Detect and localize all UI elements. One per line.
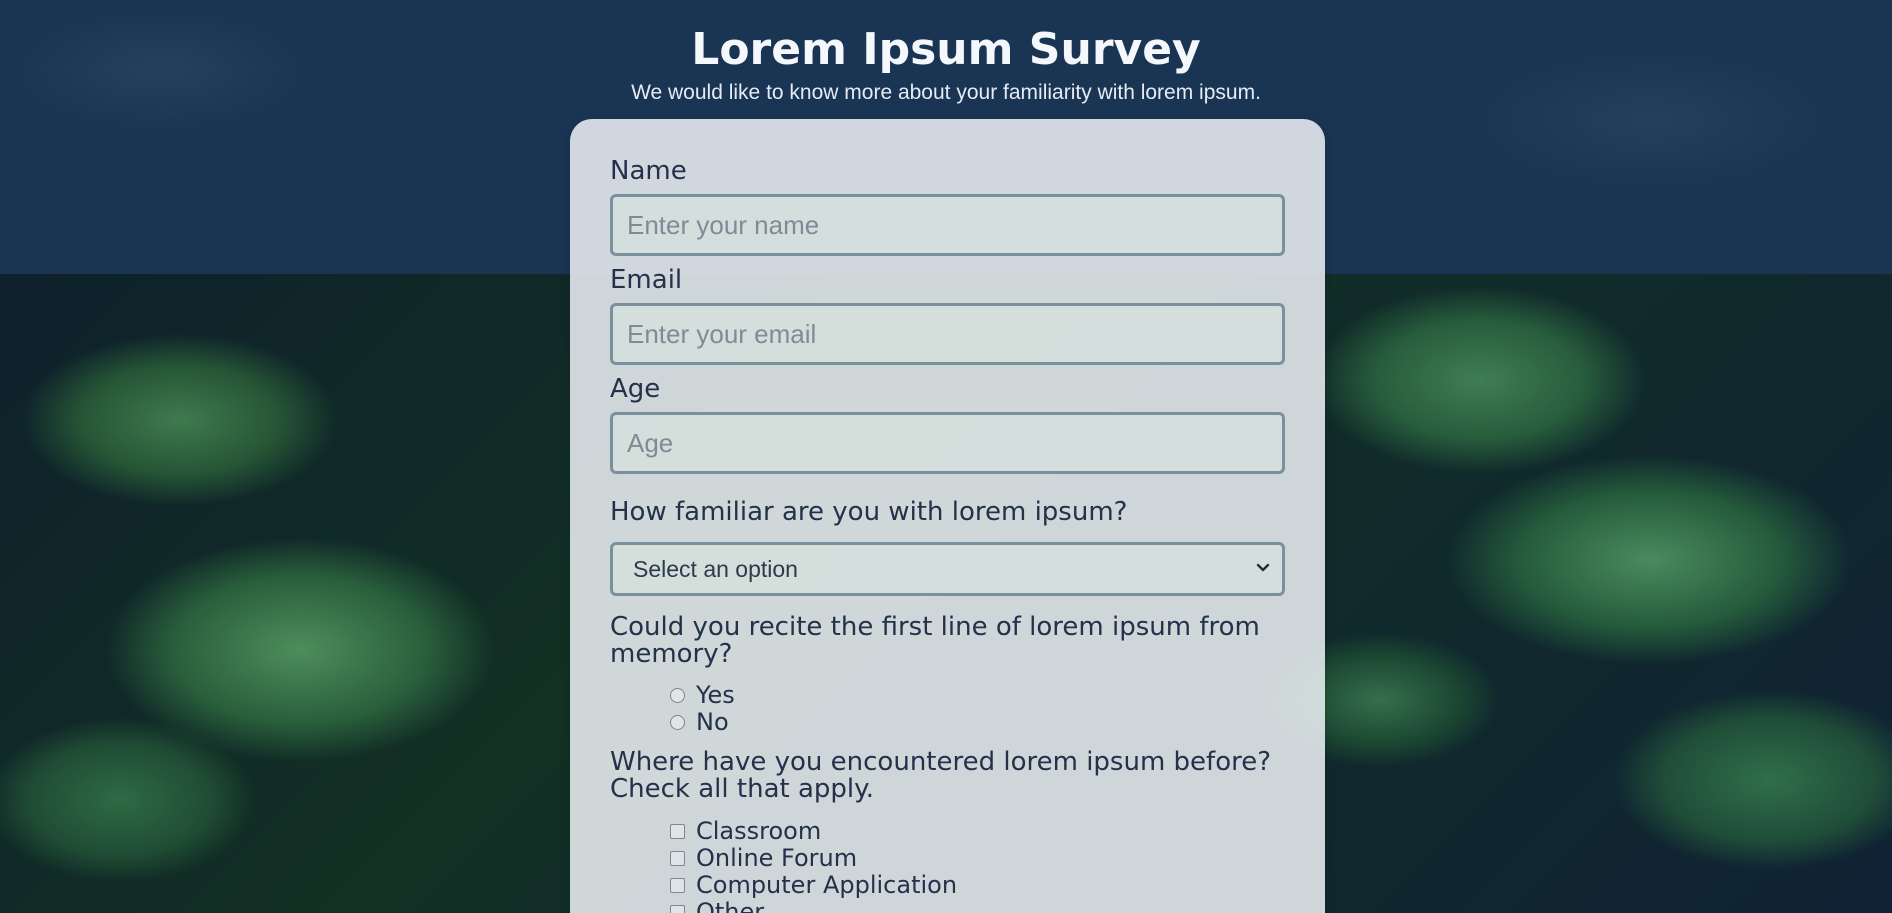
yes-radio[interactable] — [670, 687, 685, 703]
page-subtitle: We would like to know more about your fa… — [631, 81, 1261, 104]
chevron-down-icon — [1256, 563, 1270, 572]
other-label: Other — [696, 898, 765, 913]
familiarity-selected-value: Select an option — [633, 556, 798, 582]
email-label: Email — [610, 265, 683, 295]
page-title: Lorem Ipsum Survey — [691, 24, 1201, 75]
encountered-option-online-forum[interactable]: Online Forum — [670, 844, 857, 872]
recite-question-label: Could you recite the first line of lorem… — [610, 612, 1260, 669]
no-radio-label: No — [696, 708, 729, 736]
age-label: Age — [610, 374, 661, 404]
familiarity-select[interactable]: Select an option — [610, 542, 1285, 596]
no-radio[interactable] — [670, 714, 685, 730]
computer-application-checkbox[interactable] — [670, 877, 685, 893]
other-checkbox[interactable] — [670, 904, 685, 913]
classroom-checkbox[interactable] — [670, 823, 685, 839]
survey-page: Lorem Ipsum Survey We would like to know… — [0, 0, 1892, 913]
encountered-option-computer-application[interactable]: Computer Application — [670, 871, 957, 899]
encountered-option-other[interactable]: Other — [670, 898, 764, 913]
encountered-question-label: Where have you encountered lorem ipsum b… — [610, 747, 1272, 804]
online-forum-label: Online Forum — [696, 844, 858, 872]
name-input[interactable] — [610, 194, 1285, 256]
computer-application-label: Computer Application — [696, 871, 958, 899]
age-input[interactable] — [610, 412, 1285, 474]
online-forum-checkbox[interactable] — [670, 850, 685, 866]
recite-option-yes[interactable]: Yes — [670, 681, 735, 709]
encountered-option-classroom[interactable]: Classroom — [670, 817, 821, 845]
classroom-label: Classroom — [696, 817, 822, 845]
yes-radio-label: Yes — [696, 681, 735, 709]
recite-option-no[interactable]: No — [670, 708, 729, 736]
email-input[interactable] — [610, 303, 1285, 365]
name-label: Name — [610, 156, 687, 186]
familiarity-label: How familiar are you with lorem ipsum? — [610, 497, 1128, 527]
survey-form-card: Name Email Age How familiar are you with… — [570, 119, 1325, 913]
